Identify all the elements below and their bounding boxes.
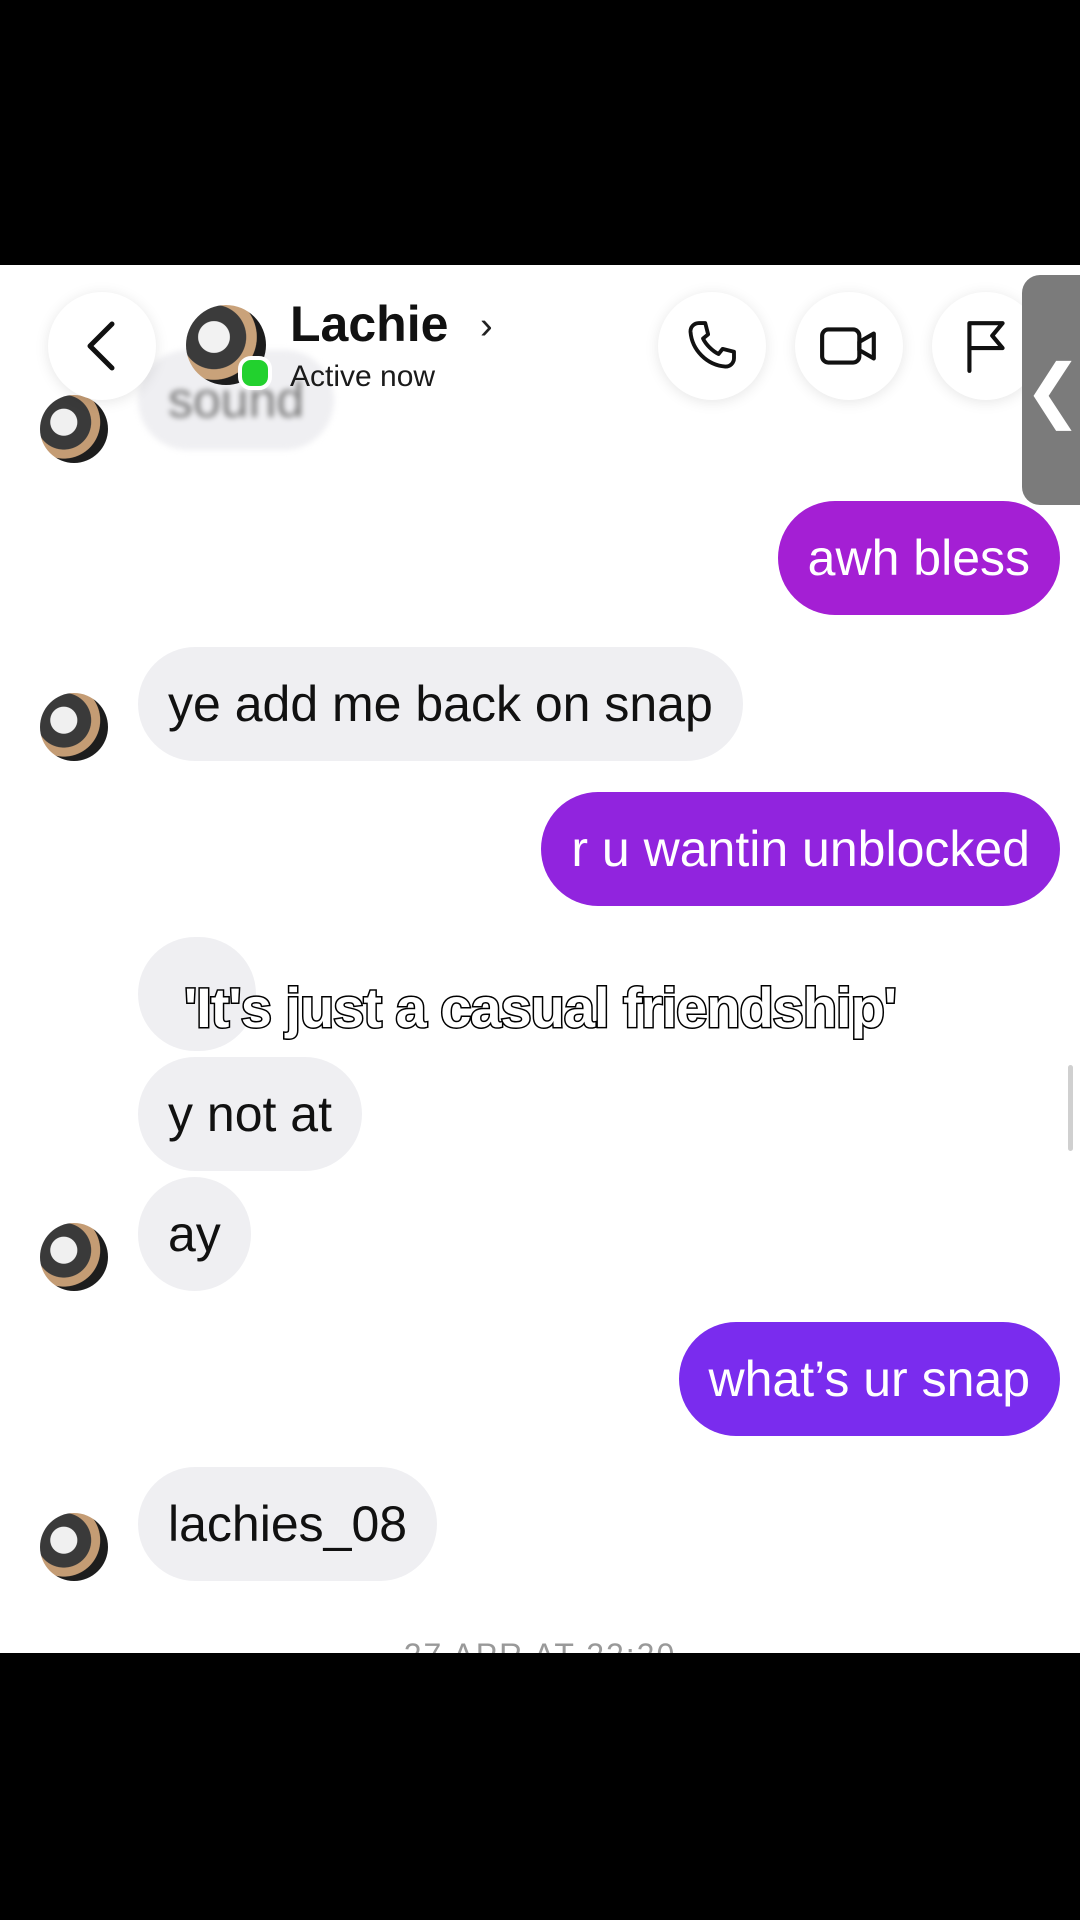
- message-incoming[interactable]: ay: [138, 1177, 251, 1291]
- message-outgoing[interactable]: what’s ur snap: [678, 1322, 1060, 1436]
- video-camera-icon: [820, 327, 876, 365]
- call-button[interactable]: [658, 292, 766, 400]
- contact-status: Active now: [290, 360, 436, 393]
- back-icon: [87, 321, 115, 371]
- back-button[interactable]: [48, 292, 156, 400]
- video-call-button[interactable]: [795, 292, 903, 400]
- contact-name[interactable]: Lachie: [290, 295, 448, 353]
- message-outgoing[interactable]: r u wantin unblocked: [541, 792, 1060, 906]
- chevron-left-icon: ❮: [1023, 351, 1080, 429]
- scrollbar[interactable]: [1068, 1065, 1073, 1151]
- contact-avatar[interactable]: [40, 693, 108, 761]
- message-incoming[interactable]: y not at: [138, 1057, 362, 1171]
- flag-icon: [967, 321, 1005, 373]
- contact-avatar[interactable]: [40, 1223, 108, 1291]
- message-outgoing[interactable]: awh bless: [777, 501, 1060, 615]
- phone-icon: [688, 321, 736, 369]
- message-incoming[interactable]: ye add me back on snap: [138, 647, 743, 761]
- message-incoming[interactable]: lachies_08: [138, 1467, 438, 1581]
- timestamp: 27 APR AT 22:20: [0, 1637, 1080, 1653]
- chevron-right-icon[interactable]: ›: [480, 305, 493, 348]
- online-indicator: [238, 356, 272, 390]
- contact-avatar[interactable]: [40, 395, 108, 463]
- chat-screen: sound awh bless ye add me back on snap r…: [0, 265, 1080, 1653]
- side-panel-handle[interactable]: ❮: [1022, 275, 1080, 505]
- contact-avatar[interactable]: [40, 1513, 108, 1581]
- video-caption-overlay: 'It's just a casual friendship': [182, 975, 898, 1041]
